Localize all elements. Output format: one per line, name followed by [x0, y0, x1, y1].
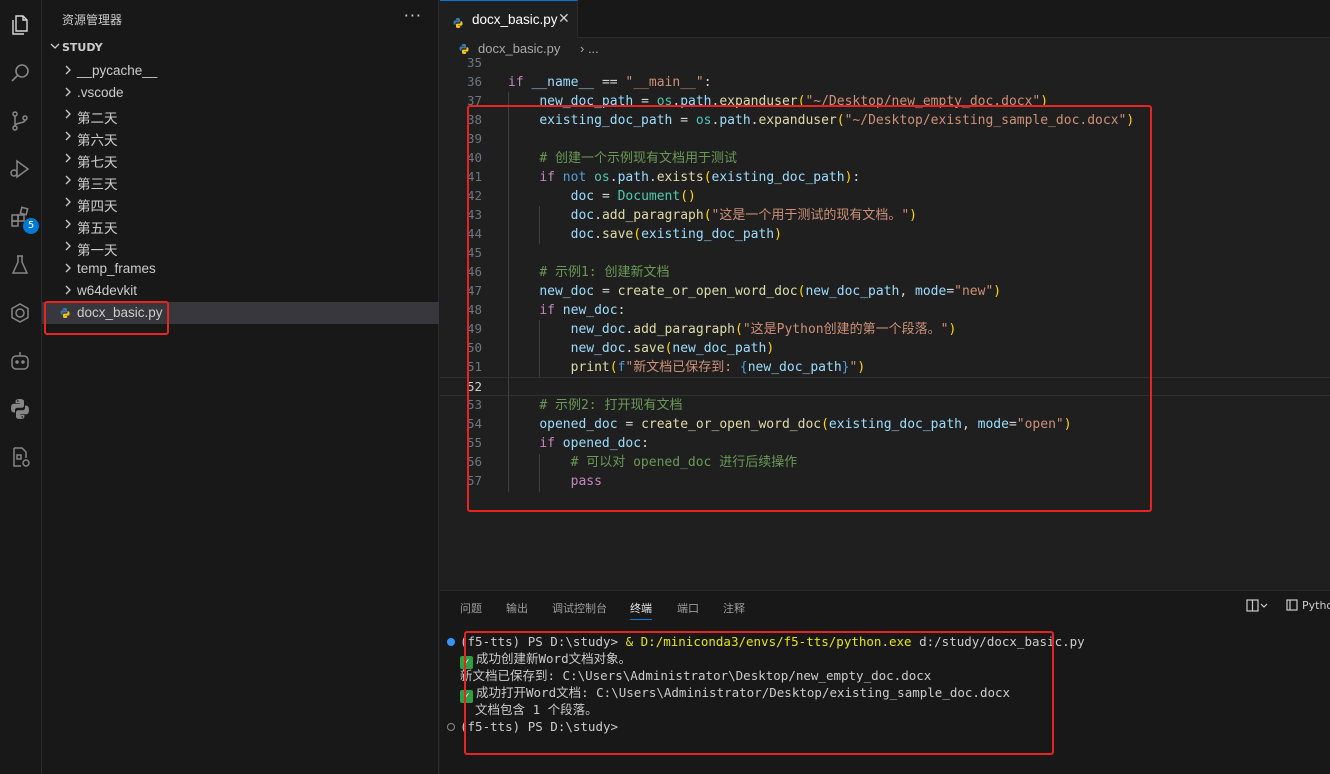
chevron-right-icon — [62, 86, 74, 102]
tab-output[interactable]: 输出 — [506, 600, 528, 616]
highlight-box-code — [467, 105, 1152, 512]
more-actions-icon[interactable]: ··· — [404, 6, 422, 25]
tab-terminal[interactable]: 终端 — [630, 600, 652, 620]
copilot-icon[interactable] — [5, 346, 35, 376]
extensions-badge: 5 — [23, 218, 39, 234]
tree-item-label: 第四天 — [77, 199, 118, 214]
workspace-root-label: STUDY — [62, 41, 103, 54]
highlight-box-file — [44, 301, 169, 335]
code-line: 35 — [466, 55, 482, 70]
run-debug-icon[interactable] — [5, 154, 35, 184]
tree-item-temp-frames[interactable]: temp_frames — [42, 258, 439, 280]
chevron-right-icon — [62, 196, 74, 212]
tab-comments[interactable]: 注释 — [723, 600, 745, 616]
search-icon[interactable] — [5, 58, 35, 88]
chevron-right-icon — [62, 174, 74, 190]
tree-item-w64devkit[interactable]: w64devkit — [42, 280, 439, 302]
tree-item-pycache[interactable]: __pycache__ — [42, 60, 439, 82]
tab-label: docx_basic.py — [472, 12, 558, 27]
chevron-right-icon — [62, 218, 74, 234]
tree-item-label: .vscode — [77, 85, 124, 100]
prompt-dot — [447, 723, 455, 731]
tree-item-label: 第一天 — [77, 243, 118, 258]
chevron-right-icon — [62, 240, 74, 256]
tree-item-vscode[interactable]: .vscode — [42, 82, 439, 104]
tree-item-label: 第七天 — [77, 155, 118, 170]
extensions-icon[interactable]: 5 — [5, 202, 39, 234]
close-icon[interactable]: ✕ — [558, 11, 570, 27]
tree-item-day7[interactable]: 第七天 — [42, 148, 439, 170]
remote-icon[interactable] — [5, 298, 35, 328]
tree-item-label: 第五天 — [77, 221, 118, 236]
settings-sync-icon[interactable] — [5, 442, 35, 472]
chevron-right-icon — [62, 284, 74, 300]
terminal-python-icon[interactable] — [1286, 599, 1298, 614]
tree-item-label: 第六天 — [77, 133, 118, 148]
python-file-icon — [452, 14, 464, 33]
command-success-dot — [447, 638, 455, 646]
tree-item-day5[interactable]: 第五天 — [42, 214, 439, 236]
chevron-down-icon — [49, 40, 61, 55]
tree-item-day6[interactable]: 第六天 — [42, 126, 439, 148]
tab-problems[interactable]: 问题 — [460, 600, 482, 616]
workspace-root[interactable]: STUDY — [42, 38, 438, 58]
tree-item-day3[interactable]: 第三天 — [42, 170, 439, 192]
tree-item-day4[interactable]: 第四天 — [42, 192, 439, 214]
tree-item-label: w64devkit — [77, 283, 138, 298]
tree-item-label: 第二天 — [77, 111, 118, 126]
explorer-icon[interactable] — [5, 10, 35, 40]
chevron-right-icon — [62, 64, 74, 80]
tree-item-day1[interactable]: 第一天 — [42, 236, 439, 258]
chevron-right-icon — [62, 130, 74, 146]
chevron-right-icon — [62, 262, 74, 278]
testing-icon[interactable] — [5, 250, 35, 280]
activity-bar: 5 — [0, 0, 42, 774]
chevron-right-icon — [62, 152, 74, 168]
python-icon[interactable] — [5, 394, 35, 424]
explorer-sidebar: 资源管理器 ··· STUDY __pycache__ .vscode 第二天 … — [42, 0, 439, 774]
source-control-icon[interactable] — [5, 106, 35, 136]
tab-debug-console[interactable]: 调试控制台 — [552, 600, 607, 616]
tree-item-day2[interactable]: 第二天 — [42, 104, 439, 126]
sidebar-title: 资源管理器 — [62, 13, 123, 27]
terminal-python-label[interactable]: Pytho — [1302, 599, 1330, 612]
tab-docx-basic[interactable]: docx_basic.py ✕ — [440, 0, 578, 38]
tab-ports[interactable]: 端口 — [677, 600, 699, 616]
tree-item-label: 第三天 — [77, 177, 118, 192]
tree-item-label: __pycache__ — [77, 63, 158, 78]
code-line: 36 if __name__ == "__main__": — [466, 74, 712, 90]
split-layout-icon[interactable] — [1246, 599, 1268, 616]
highlight-box-terminal — [464, 631, 1054, 755]
chevron-right-icon — [62, 108, 74, 124]
bottom-panel: 问题 输出 调试控制台 终端 端口 注释 Pytho (f5-tts) PS D… — [440, 590, 1330, 774]
tab-bar: docx_basic.py ✕ — [440, 0, 1330, 38]
tree-item-label: temp_frames — [77, 261, 156, 276]
